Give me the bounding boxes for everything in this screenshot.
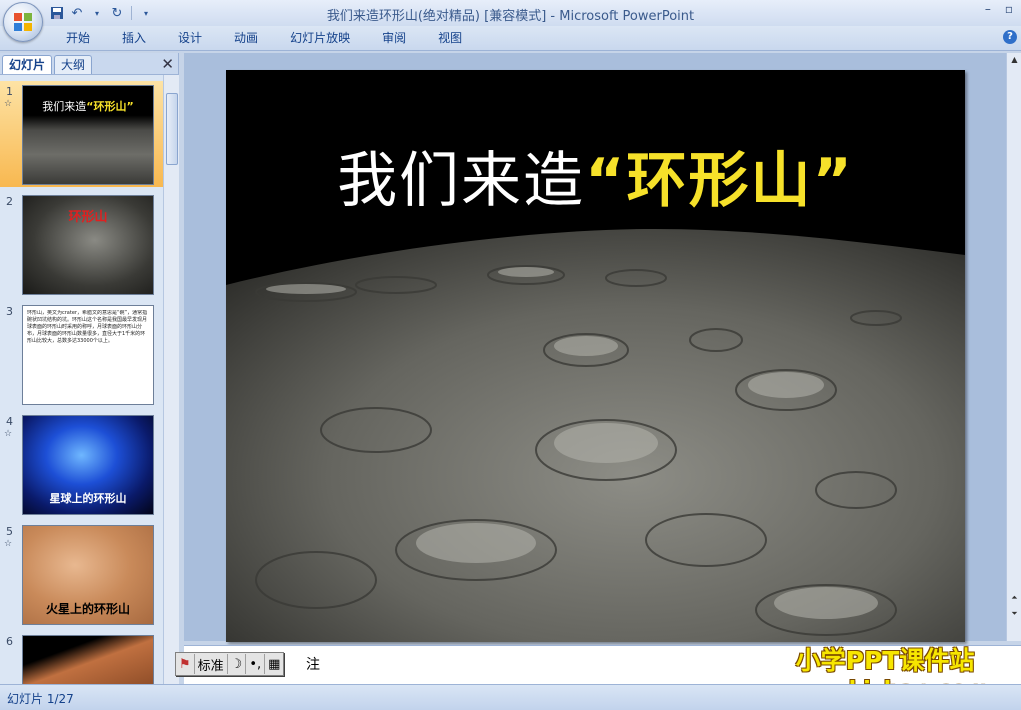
tab-slides[interactable]: 幻灯片 (2, 55, 53, 74)
slide-thumbnail-6[interactable]: 6 (0, 631, 163, 684)
panel-tab-bar: 幻灯片 大纲 ✕ (0, 53, 178, 75)
office-button[interactable] (3, 2, 43, 42)
thumbnail-image: 我们来造“环形山” (22, 85, 154, 185)
tab-review[interactable]: 审阅 (366, 30, 422, 47)
thumbnail-image: 环形山 (22, 195, 154, 295)
redo-icon[interactable]: ↻ (108, 4, 126, 22)
slide-editor: 我们来造“环形山” (184, 53, 1006, 642)
slide-number: 3 (6, 305, 13, 318)
tab-insert[interactable]: 插入 (106, 30, 162, 47)
ribbon-tabs: 开始 插入 设计 动画 幻灯片放映 审阅 视图 (50, 30, 478, 47)
office-logo-icon (14, 13, 32, 31)
window-controls: – ▫ (985, 2, 1013, 16)
help-icon[interactable]: ? (1003, 30, 1017, 44)
tab-design[interactable]: 设计 (162, 30, 218, 47)
slide-number: 6 (6, 635, 13, 648)
close-icon[interactable]: ✕ (161, 55, 174, 73)
animation-star-icon: ☆ (4, 429, 13, 439)
slide-thumbnail-5[interactable]: 5 ☆ 火星上的环形山 (0, 521, 163, 627)
slide-title[interactable]: 我们来造“环形山” (226, 132, 965, 219)
title-bar: 我们来造环形山(绝对精品) [兼容模式] - Microsoft PowerPo… (0, 0, 1021, 26)
animation-star-icon: ☆ (4, 539, 13, 549)
watermark-line1: 小学PPT课件站 (795, 646, 975, 675)
current-slide[interactable]: 我们来造“环形山” (226, 70, 965, 642)
restore-button[interactable]: ▫ (1005, 2, 1013, 16)
tab-home[interactable]: 开始 (50, 30, 106, 47)
ime-mode-button[interactable]: 标准 (195, 654, 228, 674)
slide-number: 1 (6, 85, 13, 98)
save-icon[interactable] (48, 4, 66, 22)
tab-slideshow[interactable]: 幻灯片放映 (274, 30, 366, 47)
status-bar: 幻灯片 1/27 (0, 684, 1021, 710)
ime-keyboard-icon[interactable]: ▦ (265, 654, 283, 674)
thumbnail-image (22, 635, 154, 684)
tab-view[interactable]: 视图 (422, 30, 478, 47)
ribbon-tab-bar: 开始 插入 设计 动画 幻灯片放映 审阅 视图 ? (0, 26, 1021, 51)
minimize-button[interactable]: – (985, 2, 991, 16)
thumbnail-text: 环形山，英文为crater，希腊文的意思是“碗”，通常指碗状凹坑结构的坑。环形山… (27, 310, 148, 344)
thumbnail-title: 环形山 (68, 210, 108, 225)
thumbnail-title: 我们来造“环形山” (42, 100, 134, 113)
slide-number: 4 (6, 415, 13, 428)
slide-thumbnail-1[interactable]: 1 ☆ 我们来造“环形山” (0, 81, 163, 187)
slides-panel: 幻灯片 大纲 ✕ 1 ☆ 我们来造“环形山” 2 环形山 3 环形山，英文为cr… (0, 53, 179, 684)
thumbnail-title: 火星上的环形山 (45, 602, 130, 616)
thumbnail-title: 星球上的环形山 (49, 492, 127, 505)
ime-logo-icon[interactable]: ⚑ (176, 654, 195, 674)
next-slide-icon[interactable]: ⏷ (1007, 609, 1021, 619)
dropdown-arrow-icon[interactable]: ▾ (88, 4, 106, 22)
slide-number: 2 (6, 195, 13, 208)
ime-toolbar[interactable]: ⚑ 标准 ☽ •, ▦ (175, 652, 285, 676)
undo-icon[interactable]: ↶ (68, 4, 86, 22)
editor-scrollbar[interactable]: ▲ ⏶ ⏷ (1006, 53, 1021, 641)
slide-number: 5 (6, 525, 13, 538)
previous-slide-icon[interactable]: ⏶ (1007, 593, 1021, 603)
slide-counter: 幻灯片 1/27 (7, 692, 74, 706)
customize-qat-icon[interactable]: ▾ (137, 4, 155, 22)
thumbnail-image: 星球上的环形山 (22, 415, 154, 515)
tab-animations[interactable]: 动画 (218, 30, 274, 47)
scrollbar-thumb[interactable] (166, 93, 178, 165)
quick-access-toolbar: ↶ ▾ ↻ ▾ (48, 3, 155, 23)
ime-punctuation-icon[interactable]: •, (246, 654, 266, 674)
separator (131, 6, 132, 20)
panel-scrollbar[interactable] (163, 75, 179, 684)
slide-thumbnail-4[interactable]: 4 ☆ 星球上的环形山 (0, 411, 163, 517)
slide-thumbnail-3[interactable]: 3 环形山，英文为crater，希腊文的意思是“碗”，通常指碗状凹坑结构的坑。环… (0, 301, 163, 407)
scroll-up-arrow-icon[interactable]: ▲ (1007, 55, 1021, 64)
animation-star-icon: ☆ (4, 99, 13, 109)
slide-thumbnail-list: 1 ☆ 我们来造“环形山” 2 环形山 3 环形山，英文为crater，希腊文的… (0, 75, 163, 684)
slide-thumbnail-2[interactable]: 2 环形山 (0, 191, 163, 297)
thumbnail-image: 环形山，英文为crater，希腊文的意思是“碗”，通常指碗状凹坑结构的坑。环形山… (22, 305, 154, 405)
thumbnail-image: 火星上的环形山 (22, 525, 154, 625)
notes-text: 注 (306, 657, 320, 673)
ime-fullwidth-icon[interactable]: ☽ (228, 654, 247, 674)
tab-outline[interactable]: 大纲 (54, 55, 93, 74)
